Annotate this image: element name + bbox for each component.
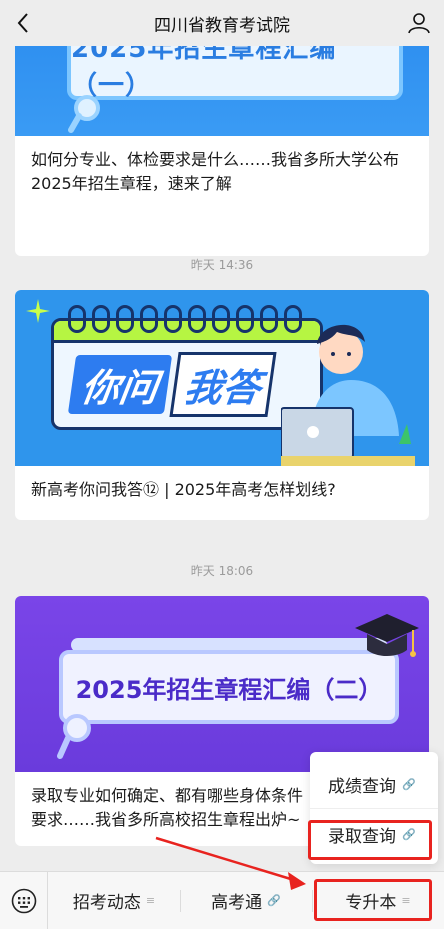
article-cover: 2025年招生章程汇编（一）	[15, 46, 429, 136]
menu-item-score-query[interactable]: 成绩查询 🔗	[310, 758, 438, 810]
highlight-box-admission-query	[308, 820, 432, 860]
cover-banner: 2025年招生章程汇编（一）	[67, 46, 403, 101]
article-cover: 你问 我答	[15, 290, 429, 466]
tab-label: 招考动态	[72, 893, 141, 913]
article-title: 如何分专业、体检要求是什么……我省多所大学公布2025年招生章程，速来了解	[31, 150, 400, 193]
sparkle-icon	[26, 299, 50, 323]
link-icon: 🔗	[267, 894, 281, 907]
magnifier-icon	[57, 714, 91, 759]
timestamp: 昨天 14:36	[190, 258, 254, 272]
profile-button[interactable]	[402, 6, 436, 40]
article-card[interactable]: 你问 我答 新高考你问我答⑫ | 2025年高考怎样划线?	[15, 290, 429, 520]
person-laptop-illustration	[281, 324, 415, 466]
menu-item-label: 成绩查询	[328, 776, 396, 797]
highlight-box-zhuanshengben	[314, 879, 432, 921]
page-title: 四川省教育考试院	[154, 15, 290, 36]
link-icon: 🔗	[402, 777, 416, 791]
chevron-left-icon	[17, 13, 28, 33]
tab-label: 高考通	[211, 893, 263, 913]
cover-text-ask: 你问	[67, 354, 173, 414]
cover-text-answer: 我答	[169, 351, 277, 417]
back-button[interactable]	[6, 6, 40, 40]
article-title: 新高考你问我答⑫ | 2025年高考怎样划线?	[31, 480, 336, 499]
cover-banner-text: 2025年招生章程汇编（二）	[75, 675, 383, 704]
timestamp: 昨天 18:06	[190, 564, 254, 578]
cover-banner-text: 2025年招生章程汇编（一）	[71, 46, 337, 101]
message-feed[interactable]: 2025年招生章程汇编（一） 如何分专业、体检要求是什么……我省多所大学公布20…	[0, 46, 444, 871]
menu-icon: ≡	[145, 894, 156, 907]
graduation-cap-icon	[355, 614, 419, 657]
top-nav-bar: 四川省教育考试院	[0, 0, 444, 46]
person-icon	[408, 13, 430, 34]
tab-gaokao-tong[interactable]: 高考通 🔗	[180, 872, 312, 929]
article-cover: 2025年招生章程汇编（二）	[15, 596, 429, 772]
article-card[interactable]: 2025年招生章程汇编（一） 如何分专业、体检要求是什么……我省多所大学公布20…	[15, 46, 429, 256]
cover-banner: 2025年招生章程汇编（二）	[59, 650, 399, 724]
keyboard-toggle-button[interactable]	[0, 871, 48, 929]
tab-admission-news[interactable]: 招考动态 ≡	[48, 872, 180, 929]
magnifier-icon	[68, 95, 100, 133]
keyboard-icon	[11, 888, 36, 913]
